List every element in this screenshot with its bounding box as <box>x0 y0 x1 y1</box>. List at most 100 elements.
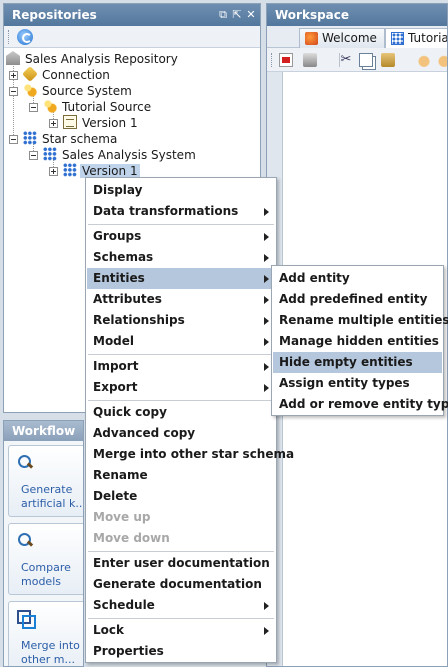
restore-icon[interactable]: ⧉ <box>218 4 228 26</box>
submenu-item-add-entity[interactable]: Add entity <box>273 268 442 289</box>
context-menu: Display Data transformations Groups Sche… <box>85 177 294 663</box>
collapse-toggle[interactable] <box>29 151 38 160</box>
menu-item-display[interactable]: Display <box>87 180 275 201</box>
menu-separator <box>88 551 274 552</box>
collapse-toggle[interactable] <box>29 103 38 112</box>
star-schema-icon <box>43 147 57 161</box>
pdf-icon[interactable] <box>279 53 293 67</box>
toolbar-grip <box>271 53 274 67</box>
menu-item-relationships[interactable]: Relationships <box>87 310 275 331</box>
expand-toggle[interactable] <box>9 71 18 80</box>
expand-toggle[interactable] <box>49 167 58 176</box>
submenu-item-assign-entity-types[interactable]: Assign entity types <box>273 373 442 394</box>
tree-node-star-schema[interactable]: Star schema <box>23 131 119 147</box>
workflow-item-compare-models[interactable]: Compare models <box>8 523 83 595</box>
tree-node-tutorial-source[interactable]: Tutorial Source <box>43 99 153 115</box>
source-system-icon <box>23 83 37 97</box>
menu-item-merge-into-other-star-schema[interactable]: Merge into other star schema <box>87 444 294 465</box>
submenu-item-add-predefined-entity[interactable]: Add predefined entity <box>273 289 442 310</box>
source-icon <box>43 99 57 113</box>
submenu-arrow-icon <box>264 317 269 325</box>
menu-item-attributes[interactable]: Attributes <box>87 289 275 310</box>
menu-item-export[interactable]: Export <box>87 377 275 398</box>
star-schema-icon <box>63 163 77 177</box>
tree-node-repository[interactable]: Sales Analysis Repository <box>6 51 180 67</box>
menu-item-rename[interactable]: Rename <box>87 465 275 486</box>
submenu-arrow-icon <box>264 296 269 304</box>
submenu-arrow-icon <box>264 275 269 283</box>
submenu-arrow-icon <box>264 208 269 216</box>
tree-node-source-system[interactable]: Source System <box>23 83 134 99</box>
menu-item-generate-documentation[interactable]: Generate documentation <box>87 574 275 595</box>
submenu-item-hide-empty-entities[interactable]: Hide empty entities <box>273 352 442 373</box>
merge-icon <box>17 610 36 629</box>
cut-icon[interactable]: ✂ <box>339 53 353 67</box>
tree-node-source-version[interactable]: Version 1 <box>63 115 140 131</box>
submenu-arrow-icon <box>264 254 269 262</box>
copy-icon[interactable] <box>359 53 373 67</box>
submenu-item-rename-multiple-entities[interactable]: Rename multiple entities <box>273 310 448 331</box>
magnifier-icon <box>17 454 33 470</box>
menu-item-model[interactable]: Model <box>87 331 275 352</box>
menu-item-advanced-copy[interactable]: Advanced copy <box>87 423 275 444</box>
menu-item-move-down: Move down <box>93 531 170 545</box>
workflow-item-line1: Merge into <box>21 639 80 652</box>
workflow-item-generate-artificial-keys[interactable]: Generate artificial k... <box>8 445 83 517</box>
workflow-item-line1: Generate <box>21 483 73 496</box>
refresh-icon[interactable] <box>17 29 33 45</box>
menu-item-schedule[interactable]: Schedule <box>87 595 275 616</box>
menu-item-import[interactable]: Import <box>87 356 275 377</box>
collapse-toggle[interactable] <box>9 87 18 96</box>
menu-separator <box>88 400 274 401</box>
workflow-title: Workflow <box>4 421 83 441</box>
workflow-item-merge-into-other-model[interactable]: Merge into other m... <box>8 601 83 666</box>
star-schema-icon <box>391 32 404 45</box>
toolbar-grip <box>8 30 11 44</box>
connection-icon <box>22 66 38 82</box>
menu-item-move-up: Move up <box>93 510 151 524</box>
repositories-title: Repositories <box>12 8 97 22</box>
menu-item-groups[interactable]: Groups <box>87 226 275 247</box>
repositories-title-bar: Repositories ⧉ ⇱ ✕ <box>4 4 260 26</box>
repository-icon <box>6 51 20 65</box>
entities-submenu: Add entity Add predefined entity Rename … <box>271 265 448 416</box>
workflow-item-line1: Compare <box>21 561 71 574</box>
workspace-title: Workspace <box>275 8 350 22</box>
menu-item-properties[interactable]: Properties <box>87 641 275 662</box>
menu-item-lock[interactable]: Lock <box>87 620 275 641</box>
workspace-tab-bar: Welcome Tutorial <box>267 26 447 48</box>
print-icon[interactable] <box>303 53 317 67</box>
welcome-icon <box>305 32 318 45</box>
menu-item-enter-user-documentation[interactable]: Enter user documentation <box>87 553 275 574</box>
menu-separator <box>88 618 274 619</box>
menu-item-entities[interactable]: Entities <box>87 268 275 289</box>
collapse-toggle[interactable] <box>9 135 18 144</box>
submenu-arrow-icon <box>264 338 269 346</box>
expand-toggle[interactable] <box>49 119 58 128</box>
menu-separator <box>88 224 274 225</box>
maximize-icon[interactable]: ⇱ <box>232 4 242 26</box>
menu-separator <box>88 354 274 355</box>
submenu-item-manage-hidden-entities[interactable]: Manage hidden entities <box>273 331 442 352</box>
submenu-arrow-icon <box>264 602 269 610</box>
pan-hand-icon[interactable] <box>417 53 431 67</box>
submenu-arrow-icon <box>264 233 269 241</box>
menu-item-data-transformations[interactable]: Data transformations <box>87 201 275 222</box>
menu-item-schemas[interactable]: Schemas <box>87 247 275 268</box>
tab-welcome[interactable]: Welcome <box>299 28 385 48</box>
tab-tutorial[interactable]: Tutorial <box>385 28 447 48</box>
workspace-title-bar: Workspace <box>267 4 447 26</box>
submenu-item-add-or-remove-entity-types[interactable]: Add or remove entity types <box>273 394 448 415</box>
close-icon[interactable]: ✕ <box>246 4 256 26</box>
repositories-toolbar <box>4 26 260 48</box>
submenu-arrow-icon <box>264 627 269 635</box>
workflow-item-line2: models <box>21 575 61 588</box>
tree-node-connection[interactable]: Connection <box>22 66 112 83</box>
paste-icon[interactable] <box>381 53 395 67</box>
version-icon <box>63 115 77 129</box>
select-hand-icon[interactable] <box>437 53 447 67</box>
menu-item-delete[interactable]: Delete <box>87 486 275 507</box>
tree-node-sales-analysis-system[interactable]: Sales Analysis System <box>43 147 198 163</box>
workflow-item-line2: other m... <box>21 653 76 666</box>
menu-item-quick-copy[interactable]: Quick copy <box>87 402 275 423</box>
